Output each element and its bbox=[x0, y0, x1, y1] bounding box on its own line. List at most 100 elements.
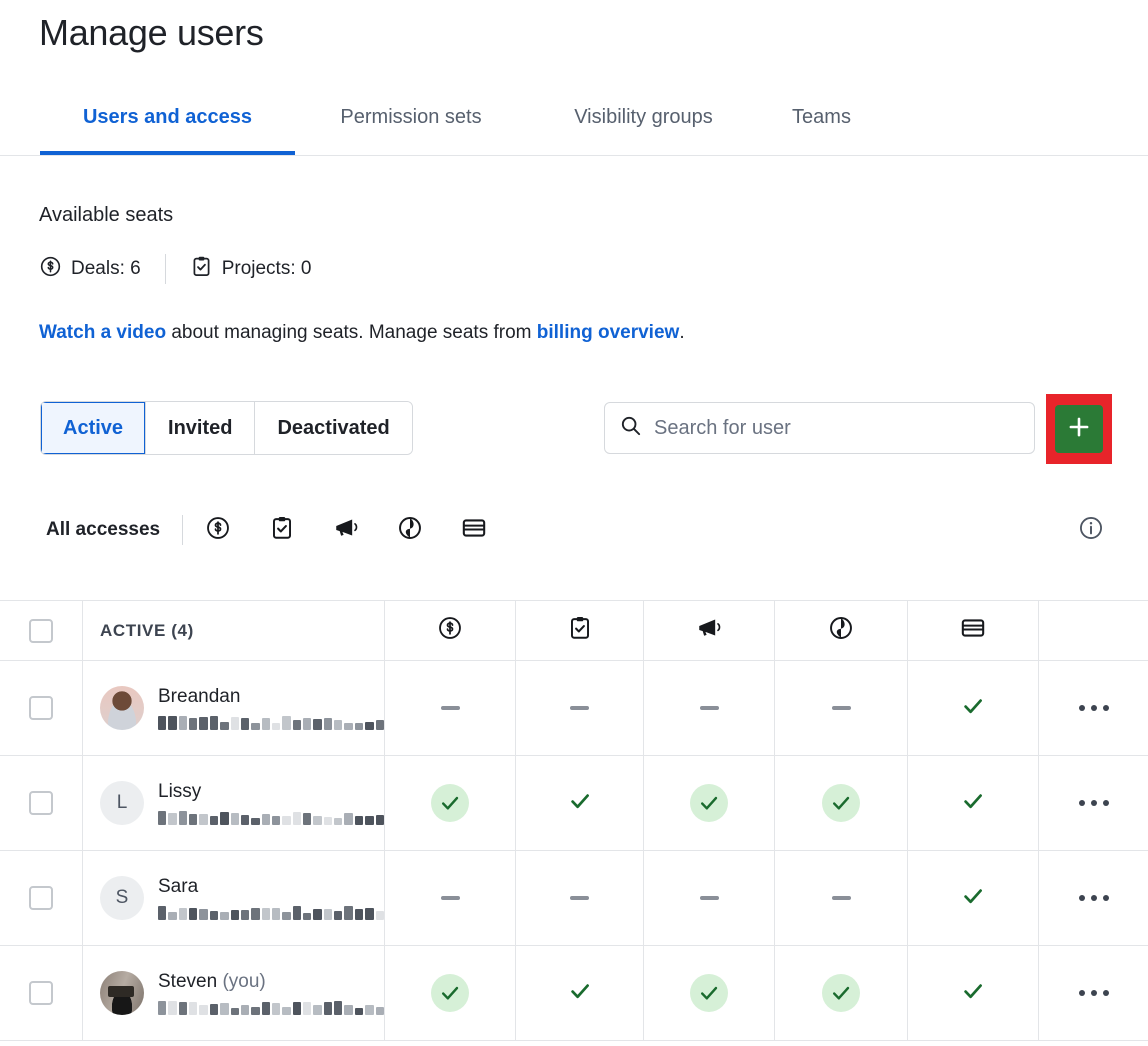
no-access-dash bbox=[570, 896, 589, 900]
filter-active[interactable]: Active bbox=[41, 402, 146, 454]
tab-users-and-access[interactable]: Users and access bbox=[40, 94, 295, 155]
row-actions-cell[interactable] bbox=[1039, 946, 1148, 1040]
access-cell[interactable] bbox=[516, 661, 644, 755]
access-check-circle-icon bbox=[690, 784, 728, 822]
access-cell[interactable] bbox=[908, 661, 1039, 755]
more-icon[interactable] bbox=[1079, 990, 1109, 996]
access-cell[interactable] bbox=[516, 946, 644, 1040]
row-actions-cell[interactable] bbox=[1039, 851, 1148, 945]
column-header-clipboard-check[interactable] bbox=[516, 601, 644, 660]
user-name: Sara bbox=[158, 876, 384, 898]
access-cell[interactable] bbox=[775, 756, 908, 850]
clipboard-check-icon bbox=[190, 255, 213, 284]
row-checkbox[interactable] bbox=[29, 696, 53, 720]
credit-card-icon[interactable] bbox=[461, 515, 487, 546]
access-cell[interactable] bbox=[908, 946, 1039, 1040]
add-user-highlight-box bbox=[1046, 394, 1112, 464]
table-row[interactable]: L Lissy bbox=[0, 756, 1148, 851]
tab-bar: Users and access Permission sets Visibilit… bbox=[0, 94, 1148, 156]
access-cell[interactable] bbox=[644, 851, 775, 945]
tab-label: Teams bbox=[792, 106, 851, 129]
accesses-icon-group bbox=[205, 515, 487, 546]
tab-permission-sets[interactable]: Permission sets bbox=[315, 94, 507, 155]
dollar-circle-icon[interactable] bbox=[205, 515, 231, 546]
access-check-icon bbox=[961, 884, 985, 913]
access-cell[interactable] bbox=[775, 946, 908, 1040]
search-input[interactable]: Search for user bbox=[654, 417, 791, 440]
seats-blurb: Watch a video about managing seats. Mana… bbox=[39, 322, 685, 344]
search-input-wrapper[interactable]: Search for user bbox=[604, 402, 1035, 454]
access-check-icon bbox=[568, 789, 592, 818]
access-check-circle-icon bbox=[431, 974, 469, 1012]
table-row[interactable]: Steven (you) bbox=[0, 946, 1148, 1041]
access-cell[interactable] bbox=[385, 851, 516, 945]
seat-deals-label: Deals: 6 bbox=[71, 258, 141, 280]
access-cell[interactable] bbox=[385, 946, 516, 1040]
user-email-redacted bbox=[158, 1000, 384, 1015]
access-cell[interactable] bbox=[908, 851, 1039, 945]
more-icon[interactable] bbox=[1079, 705, 1109, 711]
more-icon[interactable] bbox=[1079, 895, 1109, 901]
add-user-button[interactable] bbox=[1055, 405, 1103, 453]
access-check-circle-icon bbox=[690, 974, 728, 1012]
watch-a-video-link[interactable]: Watch a video bbox=[39, 322, 166, 343]
avatar bbox=[100, 686, 144, 730]
access-cell[interactable] bbox=[644, 756, 775, 850]
access-cell[interactable] bbox=[644, 946, 775, 1040]
access-cell[interactable] bbox=[775, 661, 908, 755]
seat-projects: Projects: 0 bbox=[190, 255, 312, 284]
access-cell[interactable] bbox=[385, 661, 516, 755]
tab-label: Users and access bbox=[83, 106, 252, 129]
more-icon[interactable] bbox=[1079, 800, 1109, 806]
dollar-circle-icon bbox=[39, 255, 62, 284]
column-header-megaphone[interactable] bbox=[644, 601, 775, 660]
select-all-cell bbox=[0, 601, 83, 660]
dollar-circle-icon bbox=[437, 615, 463, 646]
row-checkbox[interactable] bbox=[29, 791, 53, 815]
row-checkbox[interactable] bbox=[29, 886, 53, 910]
user-name-block: Steven (you) bbox=[158, 971, 384, 1015]
megaphone-icon[interactable] bbox=[333, 515, 359, 546]
tab-teams[interactable]: Teams bbox=[783, 94, 860, 155]
row-actions-cell[interactable] bbox=[1039, 661, 1148, 755]
row-checkbox[interactable] bbox=[29, 981, 53, 1005]
status-filter-segmented-control[interactable]: ActiveInvitedDeactivated bbox=[40, 401, 413, 455]
user-name-block: Breandan bbox=[158, 686, 384, 730]
table-row[interactable]: Breandan bbox=[0, 661, 1148, 756]
clipboard-check-icon[interactable] bbox=[269, 515, 295, 546]
no-access-dash bbox=[700, 706, 719, 710]
user-email-redacted bbox=[158, 905, 384, 920]
filter-deactivated[interactable]: Deactivated bbox=[255, 402, 411, 454]
access-cell[interactable] bbox=[385, 756, 516, 850]
globe-icon[interactable] bbox=[397, 515, 423, 546]
avatar: L bbox=[100, 781, 144, 825]
tab-visibility-groups[interactable]: Visibility groups bbox=[547, 94, 740, 155]
row-actions-cell[interactable] bbox=[1039, 756, 1148, 850]
info-circle-icon[interactable] bbox=[1078, 515, 1104, 546]
column-header-globe[interactable] bbox=[775, 601, 908, 660]
access-cell[interactable] bbox=[516, 756, 644, 850]
table-row[interactable]: S Sara bbox=[0, 851, 1148, 946]
column-header-credit-card[interactable] bbox=[908, 601, 1039, 660]
no-access-dash bbox=[832, 896, 851, 900]
user-name: Breandan bbox=[158, 686, 384, 708]
access-check-circle-icon bbox=[822, 974, 860, 1012]
user-cell: S Sara bbox=[83, 851, 385, 945]
user-name-block: Lissy bbox=[158, 781, 384, 825]
filter-invited[interactable]: Invited bbox=[146, 402, 255, 454]
access-cell[interactable] bbox=[908, 756, 1039, 850]
seat-divider bbox=[165, 254, 166, 284]
column-header-dollar-circle[interactable] bbox=[385, 601, 516, 660]
access-check-circle-icon bbox=[822, 784, 860, 822]
access-cell[interactable] bbox=[644, 661, 775, 755]
avatar: S bbox=[100, 876, 144, 920]
all-accesses-label: All accesses bbox=[46, 519, 160, 541]
access-cell[interactable] bbox=[516, 851, 644, 945]
access-cell[interactable] bbox=[775, 851, 908, 945]
name-column-header: ACTIVE (4) bbox=[83, 601, 385, 660]
users-table-head: ACTIVE (4) bbox=[0, 601, 1148, 661]
select-all-checkbox[interactable] bbox=[29, 619, 53, 643]
search-icon bbox=[619, 414, 642, 442]
billing-overview-link[interactable]: billing overview bbox=[537, 322, 680, 343]
available-seats-label: Available seats bbox=[39, 204, 173, 227]
